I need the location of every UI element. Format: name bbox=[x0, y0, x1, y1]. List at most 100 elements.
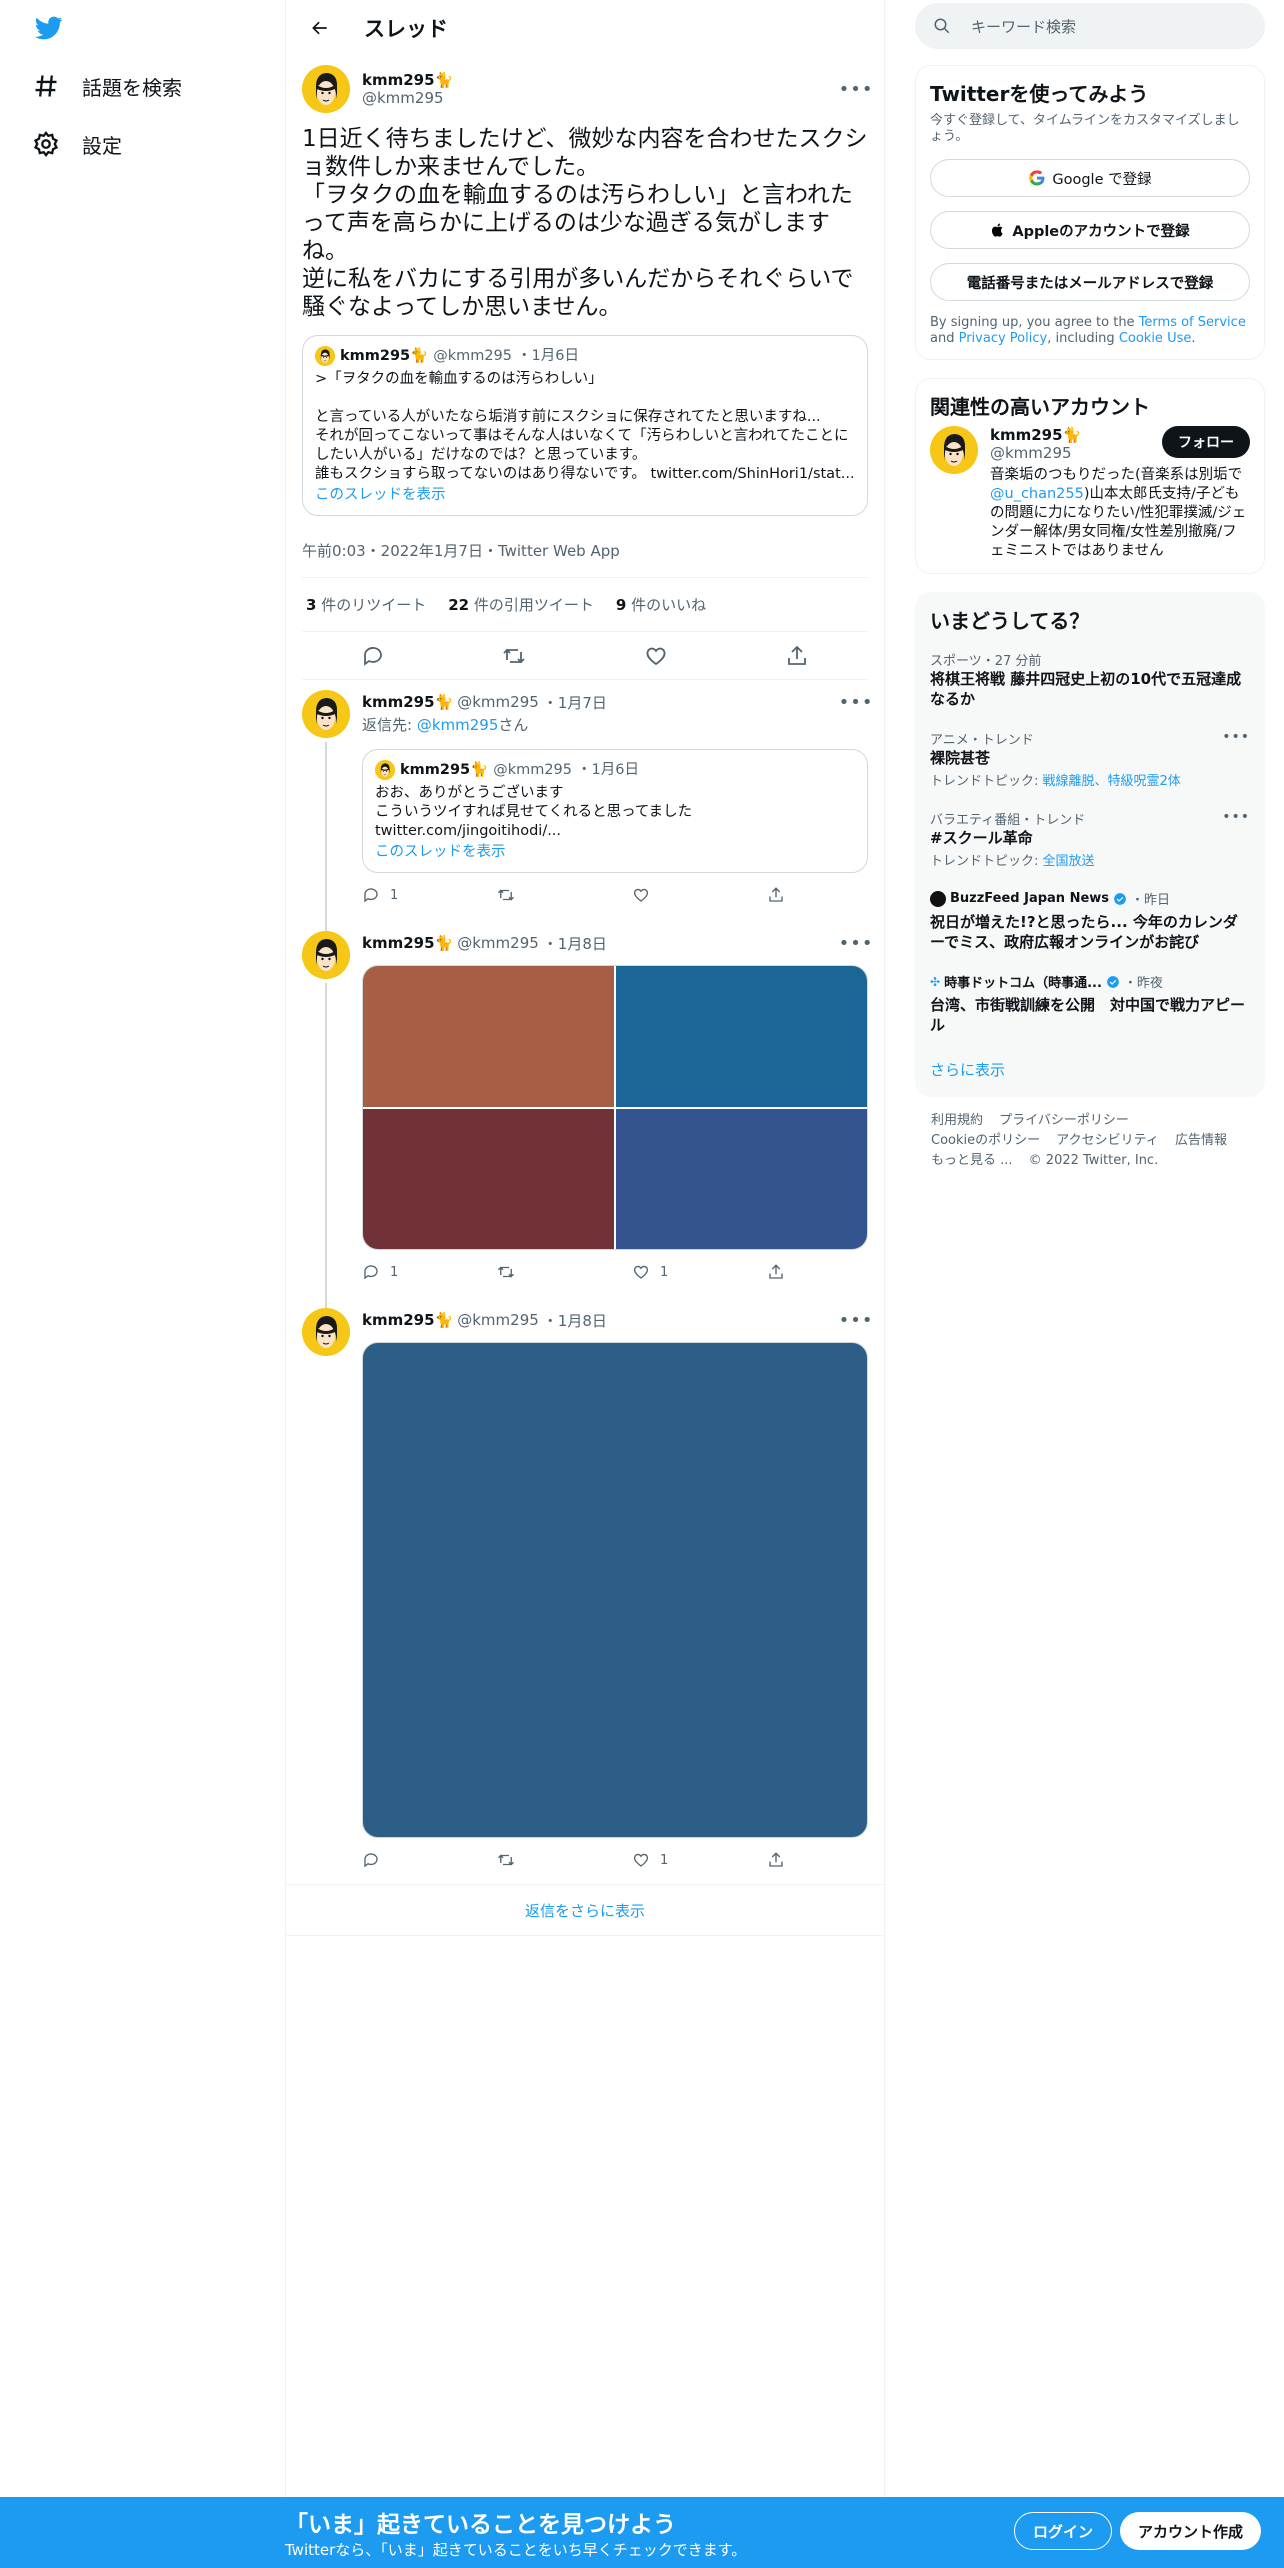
more-options-icon[interactable]: ••• bbox=[839, 77, 873, 101]
retweet-button[interactable] bbox=[497, 886, 597, 904]
tweet-date[interactable]: ・1月8日 bbox=[543, 1310, 607, 1331]
more-options-icon[interactable]: ••• bbox=[1222, 729, 1250, 745]
apple-signup-button[interactable]: Appleのアカウントで登録 bbox=[930, 211, 1250, 249]
more-options-icon[interactable]: ••• bbox=[839, 690, 873, 714]
avatar[interactable] bbox=[302, 690, 350, 738]
account-handle[interactable]: @kmm295 bbox=[990, 444, 1162, 462]
footer-link[interactable]: もっと見る ... bbox=[931, 1151, 1013, 1171]
nav-item-explore[interactable]: 話題を検索 bbox=[32, 66, 182, 106]
cookie-link[interactable]: Cookie Use bbox=[1119, 331, 1192, 346]
quote-header: kmm295🐈 @kmm295 ・1月6日 bbox=[375, 760, 855, 780]
quote-count[interactable]: 22 件の引用ツイート bbox=[448, 594, 594, 615]
author-handle[interactable]: @kmm295 bbox=[457, 693, 539, 711]
quoted-tweet[interactable]: kmm295🐈 @kmm295 ・1月6日 おお、ありがとうございます こういう… bbox=[362, 749, 868, 873]
login-button[interactable]: ログイン bbox=[1014, 2512, 1113, 2550]
bio-mention-link[interactable]: @u_chan255 bbox=[990, 486, 1084, 502]
quote-author-name: kmm295🐈 bbox=[400, 761, 489, 778]
trend-item[interactable]: バラエティ番組・トレンド #スクール革命 トレンドトピック: 全国放送 ••• bbox=[930, 799, 1250, 879]
trend-item[interactable]: アニメ・トレンド 裸院甚苍 トレンドトピック: 戦線離脱、特級呪霊2体 ••• bbox=[930, 719, 1250, 799]
author-handle[interactable]: @kmm295 bbox=[457, 934, 539, 952]
footer-link[interactable]: アクセシビリティ bbox=[1056, 1131, 1159, 1151]
twitter-bird-icon[interactable] bbox=[32, 14, 66, 42]
more-options-icon[interactable]: ••• bbox=[839, 931, 873, 955]
tweet-image[interactable] bbox=[616, 966, 867, 1107]
like-button[interactable]: 1 bbox=[632, 1851, 732, 1869]
footer-link[interactable]: 広告情報 bbox=[1175, 1131, 1227, 1151]
author-name[interactable]: kmm295🐈 bbox=[362, 71, 844, 89]
quote-avatar bbox=[375, 760, 395, 780]
verified-icon bbox=[1113, 892, 1127, 906]
avatar[interactable] bbox=[930, 426, 978, 474]
hashtag-icon bbox=[32, 72, 60, 100]
reply-button[interactable]: 1 bbox=[362, 886, 462, 904]
share-button[interactable] bbox=[767, 1851, 787, 1869]
news-item[interactable]: BuzzFeed Japan News ・昨日 祝日が増えた!?と思ったら...… bbox=[930, 879, 1250, 962]
footer-links: 利用規約 プライバシーポリシー Cookieのポリシー アクセシビリティ 広告情… bbox=[915, 1111, 1265, 1171]
show-more-trends-link[interactable]: さらに表示 bbox=[930, 1045, 1250, 1084]
reply-tweet[interactable]: kmm295🐈 @kmm295 ・1月8日 ••• 1 1 bbox=[286, 921, 884, 1308]
footer-link[interactable]: プライバシーポリシー bbox=[999, 1111, 1129, 1131]
right-sidebar: キーワード検索 Twitterを使ってみよう 今すぐ登録して、タイムラインをカス… bbox=[915, 0, 1265, 1171]
trend-item[interactable]: スポーツ・27 分前 将棋王将戦 藤井四冠史上初の10代で五冠達成なるか bbox=[930, 640, 1250, 719]
like-icon[interactable] bbox=[644, 644, 668, 668]
tweet-image[interactable] bbox=[616, 1108, 867, 1249]
share-icon[interactable] bbox=[785, 644, 809, 668]
create-account-button[interactable]: アカウント作成 bbox=[1120, 2512, 1262, 2550]
avatar[interactable] bbox=[302, 931, 350, 979]
more-options-icon[interactable]: ••• bbox=[839, 1308, 873, 1332]
back-arrow-icon[interactable] bbox=[302, 10, 338, 46]
account-card[interactable]: kmm295🐈 @kmm295 フォロー 音楽垢のつもりだった(音楽系は別垢で@… bbox=[930, 426, 1250, 561]
author-handle[interactable]: @kmm295 bbox=[362, 89, 844, 107]
search-input[interactable]: キーワード検索 bbox=[971, 16, 1076, 37]
tweet-image[interactable] bbox=[363, 1108, 614, 1249]
more-options-icon[interactable]: ••• bbox=[1222, 809, 1250, 825]
like-button[interactable]: 1 bbox=[632, 1263, 732, 1281]
reply-button[interactable] bbox=[362, 1851, 462, 1869]
retweet-icon[interactable] bbox=[502, 644, 526, 668]
like-button[interactable] bbox=[632, 886, 732, 904]
retweet-button[interactable] bbox=[497, 1263, 597, 1281]
share-button[interactable] bbox=[767, 1263, 787, 1281]
like-count[interactable]: 9 件のいいね bbox=[616, 594, 706, 615]
terms-link[interactable]: Terms of Service bbox=[1139, 315, 1246, 330]
quoted-tweet[interactable]: kmm295🐈 @kmm295 ・1月6日 >「ヲタクの血を輸血するのは汚らわし… bbox=[302, 335, 868, 516]
nav-item-settings[interactable]: 設定 bbox=[32, 124, 122, 164]
author-name[interactable]: kmm295🐈 bbox=[362, 693, 453, 711]
tweet-image[interactable] bbox=[362, 1342, 868, 1838]
bottom-bar-subtitle: Twitterなら、「いま」起きていることをいち早くチェックできます。 bbox=[285, 2541, 747, 2559]
google-signup-button[interactable]: Google で登録 bbox=[930, 159, 1250, 197]
reply-tweet[interactable]: kmm295🐈 @kmm295 ・1月7日 ••• 返信先: @kmm295さん… bbox=[286, 680, 884, 957]
search-bar[interactable]: キーワード検索 bbox=[915, 3, 1265, 49]
reply-icon[interactable] bbox=[361, 644, 385, 668]
show-more-replies-button[interactable]: 返信をさらに表示 bbox=[286, 1884, 884, 1936]
tweet-date[interactable]: ・1月8日 bbox=[543, 933, 607, 954]
tweet-meta[interactable]: 午前0:03・2022年1月7日・Twitter Web App bbox=[302, 524, 868, 578]
share-button[interactable] bbox=[767, 886, 787, 904]
quote-date: ・1月6日 bbox=[577, 761, 639, 778]
retweet-count[interactable]: 3 件のリツイート bbox=[306, 594, 426, 615]
reply-to-mention[interactable]: @kmm295 bbox=[417, 716, 499, 734]
news-item[interactable]: ✣ 時事ドットコム（時事通... ・昨夜 台湾、市街戦訓練を公開 対中国で戦力ア… bbox=[930, 962, 1250, 1045]
account-name[interactable]: kmm295🐈 bbox=[990, 426, 1162, 444]
show-thread-link[interactable]: このスレッドを表示 bbox=[315, 486, 855, 505]
follow-button[interactable]: フォロー bbox=[1162, 426, 1250, 458]
buzzfeed-logo-icon bbox=[930, 890, 946, 907]
footer-link[interactable]: Cookieのポリシー bbox=[931, 1131, 1040, 1151]
author-name[interactable]: kmm295🐈 bbox=[362, 1311, 453, 1329]
reply-actions: 1 1 bbox=[362, 1262, 787, 1282]
signup-desc: 今すぐ登録して、タイムラインをカスタマイズしましょう。 bbox=[930, 113, 1240, 144]
footer-link[interactable]: 利用規約 bbox=[931, 1111, 983, 1131]
tweet-image[interactable] bbox=[363, 966, 614, 1107]
author-handle[interactable]: @kmm295 bbox=[457, 1311, 539, 1329]
reply-tweet[interactable]: kmm295🐈 @kmm295 ・1月8日 ••• 1 bbox=[286, 1298, 884, 1876]
retweet-button[interactable] bbox=[497, 1851, 597, 1869]
avatar[interactable] bbox=[302, 1308, 350, 1356]
main-column: スレッド kmm295🐈 @kmm295 ••• 1日近く待ちましたけど、微妙な… bbox=[285, 0, 885, 2500]
phone-email-signup-button[interactable]: 電話番号またはメールアドレスで登録 bbox=[930, 263, 1250, 301]
tweet-date[interactable]: ・1月7日 bbox=[543, 692, 607, 713]
privacy-link[interactable]: Privacy Policy bbox=[959, 331, 1048, 346]
author-name[interactable]: kmm295🐈 bbox=[362, 934, 453, 952]
reply-button[interactable]: 1 bbox=[362, 1263, 462, 1281]
avatar[interactable] bbox=[302, 65, 350, 113]
show-thread-link[interactable]: このスレッドを表示 bbox=[375, 843, 855, 862]
